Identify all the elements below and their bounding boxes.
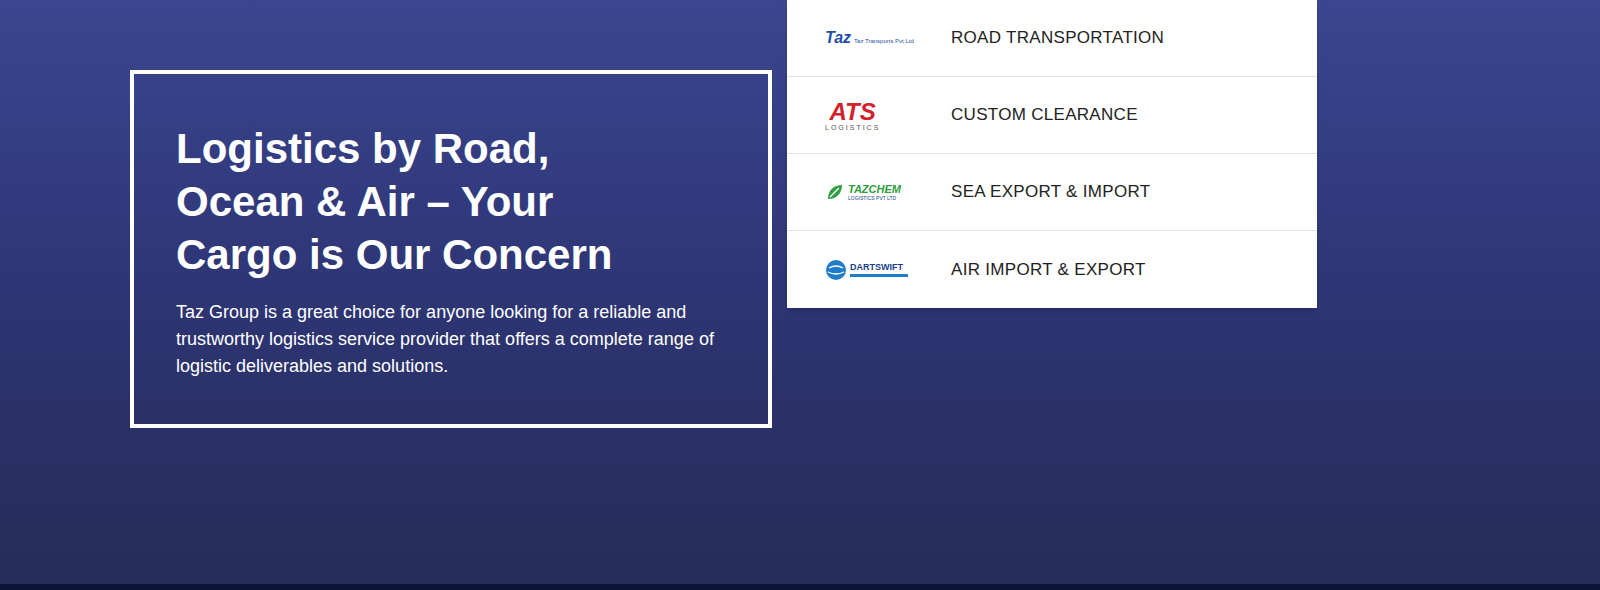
logo-text: Taz Transports Pvt Ltd (854, 38, 914, 44)
hero-section: Logistics by Road, Ocean & Air – Your Ca… (0, 0, 1600, 590)
service-row[interactable]: TazTaz Transports Pvt Ltd ROAD TRANSPORTA… (787, 0, 1317, 77)
service-row[interactable]: DARTSWIFT AIR IMPORT & EXPORT (787, 231, 1317, 308)
service-logo: ATSLOGISTICS (825, 100, 917, 131)
logo-mark: ATS (830, 100, 876, 124)
logo-stack: ATSLOGISTICS (825, 100, 880, 131)
logo-mark: TAZCHEM (848, 184, 901, 195)
logo-stack: DARTSWIFT (850, 263, 908, 277)
service-logo: DARTSWIFT (825, 259, 917, 281)
hero-description: Taz Group is a great choice for anyone l… (176, 299, 716, 380)
service-label[interactable]: ROAD TRANSPORTATION (951, 25, 1164, 51)
logo-text: LOGISTICS (825, 124, 880, 131)
logo-text: LOGISTICS PVT LTD (848, 196, 901, 201)
hero-content: Logistics by Road, Ocean & Air – Your Ca… (0, 0, 1600, 584)
logo-mark: Taz (825, 30, 851, 46)
hero-title: Logistics by Road, Ocean & Air – Your Ca… (176, 122, 656, 281)
service-row[interactable]: TAZCHEMLOGISTICS PVT LTD SEA EXPORT & IMP… (787, 154, 1317, 231)
leaf-icon (825, 182, 845, 202)
bottom-strip (0, 584, 1600, 590)
service-label[interactable]: CUSTOM CLEARANCE (951, 102, 1138, 128)
globe-icon (825, 259, 847, 281)
service-row[interactable]: ATSLOGISTICS CUSTOM CLEARANCE (787, 77, 1317, 154)
hero-box: Logistics by Road, Ocean & Air – Your Ca… (130, 70, 772, 428)
logo-mark: DARTSWIFT (850, 263, 908, 272)
service-logo: TazTaz Transports Pvt Ltd (825, 30, 917, 46)
service-label[interactable]: SEA EXPORT & IMPORT (951, 179, 1150, 205)
services-panel: TazTaz Transports Pvt Ltd ROAD TRANSPORTA… (787, 0, 1317, 308)
logo-stack: TAZCHEMLOGISTICS PVT LTD (848, 184, 901, 201)
logo-underline (850, 274, 908, 277)
service-logo: TAZCHEMLOGISTICS PVT LTD (825, 182, 917, 202)
service-label[interactable]: AIR IMPORT & EXPORT (951, 257, 1146, 283)
